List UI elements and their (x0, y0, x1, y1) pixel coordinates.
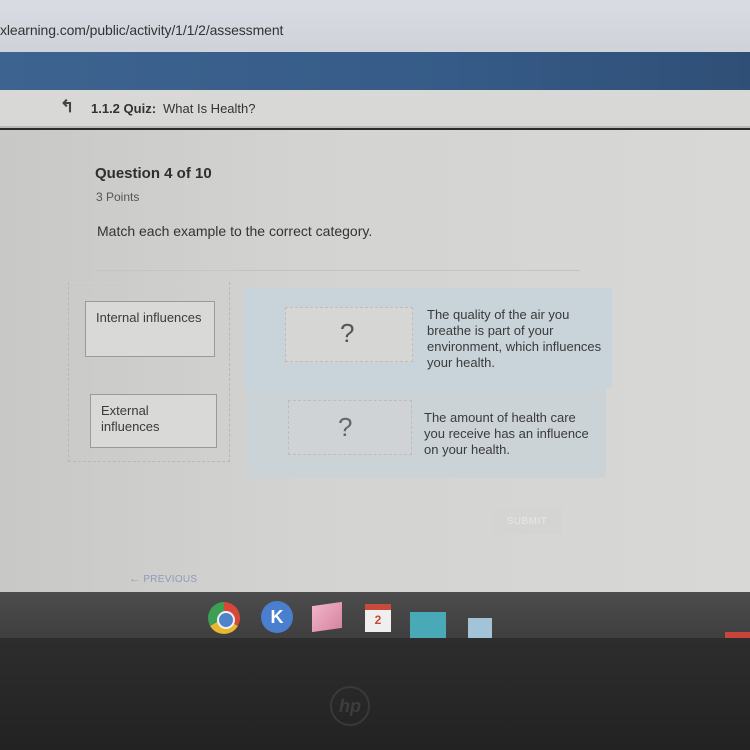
example-description-2: The amount of health care you receive ha… (424, 410, 589, 457)
quiz-content: Question 4 of 10 3 Points Match each exa… (0, 130, 750, 592)
activity-code: 1.1.2 Quiz: (91, 101, 157, 116)
back-arrow-icon[interactable]: ↰ (60, 97, 74, 117)
submit-button[interactable]: SUBMIT (492, 508, 562, 534)
breadcrumb: ↰ 1.1.2 Quiz: What Is Health? (0, 90, 750, 128)
previous-link[interactable]: ← PREVIOUS (129, 573, 197, 585)
question-points: 3 Points (96, 190, 140, 204)
category-chip-internal[interactable]: Internal influences (85, 301, 215, 357)
calendar-icon[interactable]: 2 (365, 604, 391, 632)
category-chip-external[interactable]: External influences (90, 394, 217, 448)
drop-zone-placeholder: ? (340, 318, 355, 348)
os-shelf: K 2 (0, 592, 750, 646)
previous-label: PREVIOUS (143, 574, 198, 585)
question-prompt: Match each example to the correct catego… (97, 223, 373, 239)
question-header: Question 4 of 10 (95, 165, 212, 182)
cube-app-icon[interactable] (312, 601, 342, 633)
divider (96, 270, 580, 271)
drop-zone-placeholder: ? (338, 412, 353, 442)
left-arrow-icon: ← (129, 573, 141, 585)
chrome-icon[interactable] (208, 602, 240, 634)
hp-logo: hp (330, 686, 370, 726)
k-app-icon[interactable]: K (261, 601, 293, 633)
example-description-1: The quality of the air you breathe is pa… (427, 307, 602, 370)
browser-url-bar[interactable]: xlearning.com/public/activity/1/1/2/asse… (0, 0, 750, 52)
laptop-bezel (0, 638, 750, 750)
url-text[interactable]: xlearning.com/public/activity/1/1/2/asse… (0, 22, 283, 38)
activity-title: What Is Health? (163, 101, 256, 116)
